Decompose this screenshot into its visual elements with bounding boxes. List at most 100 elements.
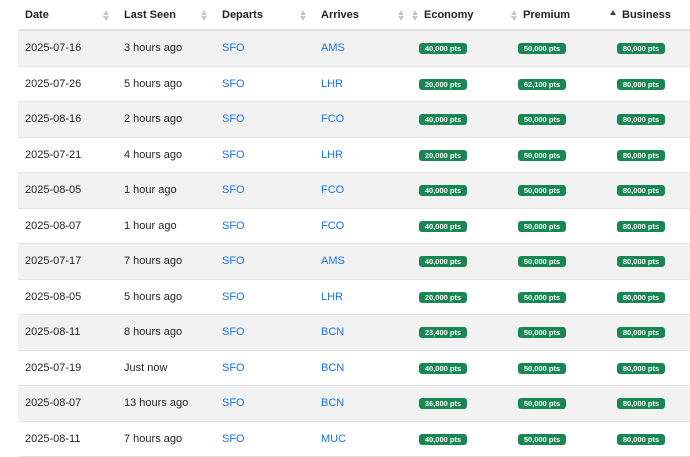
table-row[interactable]: 2025-08-07 1 hour ago SFO FCO 40,000 pts… xyxy=(18,209,690,245)
cell-premium: 50,000 pts xyxy=(511,291,610,303)
cell-last-seen: 1 hour ago xyxy=(117,220,215,232)
cell-date: 2025-08-05 xyxy=(18,184,117,196)
departs-link[interactable]: SFO xyxy=(222,255,245,267)
arrives-link[interactable]: FCO xyxy=(321,113,344,125)
table-row[interactable]: 2025-07-19 Just now SFO BCN 40,000 pts 5… xyxy=(18,351,690,387)
departs-link[interactable]: SFO xyxy=(222,78,245,90)
column-header-departs[interactable]: Departs xyxy=(215,9,314,21)
cell-date: 2025-08-07 xyxy=(18,397,117,409)
cell-premium: 50,000 pts xyxy=(511,113,610,125)
table-row[interactable]: 2025-08-11 7 hours ago SFO MUC 40,000 pt… xyxy=(18,422,690,457)
table-row[interactable]: 2025-07-21 4 hours ago SFO LHR 20,000 pt… xyxy=(18,138,690,174)
column-header-economy[interactable]: Economy xyxy=(412,9,511,21)
economy-price-badge: 40,000 pts xyxy=(419,363,467,374)
cell-arrives: BCN xyxy=(314,397,412,409)
arrives-link[interactable]: FCO xyxy=(321,184,344,196)
economy-price-badge: 40,000 pts xyxy=(419,221,467,232)
business-price-badge: 80,000 pts xyxy=(617,363,665,374)
economy-price-badge: 20,000 pts xyxy=(419,292,467,303)
arrives-link[interactable]: FCO xyxy=(321,220,344,232)
sort-asc-icon[interactable] xyxy=(610,10,616,22)
cell-arrives: AMS xyxy=(314,255,412,267)
departs-link[interactable]: SFO xyxy=(222,184,245,196)
column-header-arrives[interactable]: Arrives xyxy=(314,9,412,21)
cell-business: 80,000 pts xyxy=(610,362,690,374)
table-header: Date Last Seen Departs Arrives Economy P… xyxy=(18,0,690,31)
economy-price-badge: 40,000 pts xyxy=(419,256,467,267)
arrives-link[interactable]: AMS xyxy=(321,255,345,267)
departs-link[interactable]: SFO xyxy=(222,397,245,409)
cell-business: 80,000 pts xyxy=(610,149,690,161)
premium-price-badge: 50,000 pts xyxy=(518,150,566,161)
cell-departs: SFO xyxy=(215,220,314,232)
business-price-badge: 80,000 pts xyxy=(617,79,665,90)
cell-date: 2025-07-26 xyxy=(18,78,117,90)
table-row[interactable]: 2025-08-16 2 hours ago SFO FCO 40,000 pt… xyxy=(18,102,690,138)
column-header-premium[interactable]: Premium xyxy=(511,9,610,21)
premium-price-badge: 50,000 pts xyxy=(518,221,566,232)
premium-price-badge: 50,000 pts xyxy=(518,292,566,303)
cell-economy: 36,800 pts xyxy=(412,397,511,409)
arrives-link[interactable]: AMS xyxy=(321,42,345,54)
cell-date: 2025-08-07 xyxy=(18,220,117,232)
sort-icon[interactable] xyxy=(511,10,517,22)
cell-departs: SFO xyxy=(215,184,314,196)
cell-last-seen: 13 hours ago xyxy=(117,397,215,409)
sort-icon[interactable] xyxy=(398,10,404,22)
departs-link[interactable]: SFO xyxy=(222,291,245,303)
cell-arrives: FCO xyxy=(314,113,412,125)
cell-business: 80,000 pts xyxy=(610,184,690,196)
economy-price-badge: 40,000 pts xyxy=(419,114,467,125)
cell-last-seen: 5 hours ago xyxy=(117,78,215,90)
table-row[interactable]: 2025-08-11 8 hours ago SFO BCN 23,400 pt… xyxy=(18,315,690,351)
cell-last-seen: 1 hour ago xyxy=(117,184,215,196)
arrives-link[interactable]: LHR xyxy=(321,78,343,90)
cell-departs: SFO xyxy=(215,362,314,374)
departs-link[interactable]: SFO xyxy=(222,326,245,338)
cell-business: 80,000 pts xyxy=(610,326,690,338)
table-row[interactable]: 2025-08-05 1 hour ago SFO FCO 40,000 pts… xyxy=(18,173,690,209)
table-row[interactable]: 2025-08-05 5 hours ago SFO LHR 20,000 pt… xyxy=(18,280,690,316)
table-row[interactable]: 2025-08-07 13 hours ago SFO BCN 36,800 p… xyxy=(18,386,690,422)
cell-last-seen: Just now xyxy=(117,362,215,374)
departs-link[interactable]: SFO xyxy=(222,362,245,374)
cell-departs: SFO xyxy=(215,326,314,338)
arrives-link[interactable]: BCN xyxy=(321,326,344,338)
sort-icon[interactable] xyxy=(412,10,418,22)
column-header-date[interactable]: Date xyxy=(18,9,117,21)
departs-link[interactable]: SFO xyxy=(222,42,245,54)
departs-link[interactable]: SFO xyxy=(222,149,245,161)
cell-business: 80,000 pts xyxy=(610,255,690,267)
cell-last-seen: 5 hours ago xyxy=(117,291,215,303)
cell-date: 2025-08-11 xyxy=(18,326,117,338)
cell-arrives: BCN xyxy=(314,326,412,338)
departs-link[interactable]: SFO xyxy=(222,220,245,232)
column-header-label: Last Seen xyxy=(124,9,176,21)
economy-price-badge: 20,000 pts xyxy=(419,150,467,161)
arrives-link[interactable]: LHR xyxy=(321,149,343,161)
sort-icon[interactable] xyxy=(103,10,109,22)
departs-link[interactable]: SFO xyxy=(222,113,245,125)
table-row[interactable]: 2025-07-16 3 hours ago SFO AMS 40,000 pt… xyxy=(18,31,690,67)
arrives-link[interactable]: MUC xyxy=(321,433,346,445)
column-header-label: Business xyxy=(622,9,671,21)
economy-price-badge: 40,000 pts xyxy=(419,185,467,196)
cell-economy: 23,400 pts xyxy=(412,326,511,338)
arrives-link[interactable]: LHR xyxy=(321,291,343,303)
column-header-last-seen[interactable]: Last Seen xyxy=(117,9,215,21)
column-header-business[interactable]: Business xyxy=(610,9,690,21)
cell-economy: 40,000 pts xyxy=(412,433,511,445)
cell-economy: 20,000 pts xyxy=(412,78,511,90)
cell-premium: 50,000 pts xyxy=(511,42,610,54)
arrives-link[interactable]: BCN xyxy=(321,362,344,374)
sort-icon[interactable] xyxy=(300,10,306,22)
cell-arrives: AMS xyxy=(314,42,412,54)
departs-link[interactable]: SFO xyxy=(222,433,245,445)
arrives-link[interactable]: BCN xyxy=(321,397,344,409)
table-row[interactable]: 2025-07-17 7 hours ago SFO AMS 40,000 pt… xyxy=(18,244,690,280)
premium-price-badge: 50,000 pts xyxy=(518,363,566,374)
table-row[interactable]: 2025-07-26 5 hours ago SFO LHR 20,000 pt… xyxy=(18,67,690,103)
column-header-label: Premium xyxy=(523,9,570,21)
cell-business: 80,000 pts xyxy=(610,397,690,409)
sort-icon[interactable] xyxy=(201,10,207,22)
